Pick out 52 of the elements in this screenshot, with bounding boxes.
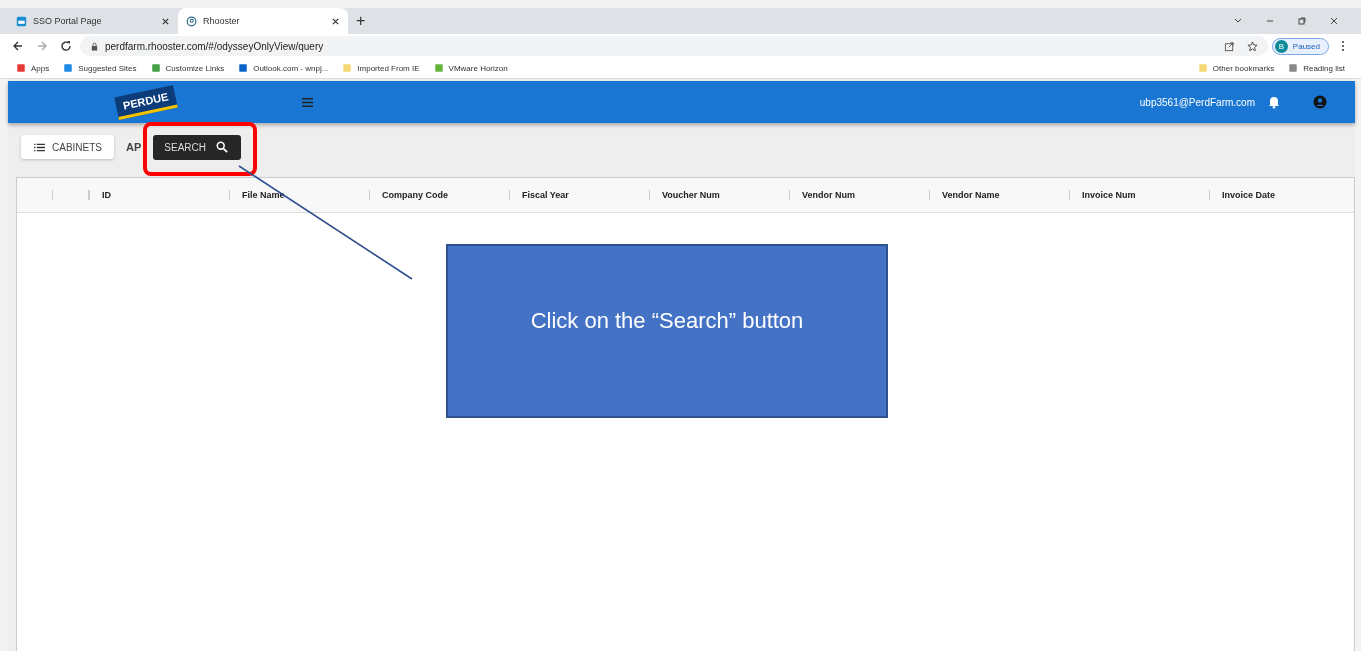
column-header[interactable]: Fiscal Year [509,190,649,200]
site-icon [1197,63,1208,73]
site-icon [186,15,197,27]
close-icon[interactable] [331,16,340,26]
site-icon [238,63,249,73]
site-icon [16,15,27,27]
bookmark[interactable]: Suggested Sites [63,63,137,73]
column-header[interactable]: ID [89,190,229,200]
column-header[interactable]: Vendor Name [929,190,1069,200]
cabinets-button[interactable]: CABINETS [21,135,114,159]
column-header[interactable]: Invoice Num [1069,190,1209,200]
profile-button[interactable]: B Paused [1271,37,1329,55]
site-icon [1288,63,1299,73]
close-icon[interactable] [161,16,170,26]
account-icon[interactable] [1313,95,1327,109]
menu-icon[interactable] [300,96,314,108]
bookmark[interactable]: Outlook.com - wnpj... [238,63,329,73]
back-icon[interactable] [12,40,24,52]
star-icon[interactable] [1246,40,1258,52]
bookmark[interactable]: VMware Horizon [433,63,508,73]
share-icon[interactable] [1223,40,1235,52]
column-header[interactable]: Voucher Num [649,190,789,200]
list-icon [33,142,46,152]
new-tab-button[interactable]: + [356,12,366,30]
site-icon [342,63,353,73]
site-icon [63,63,74,73]
cabinet-name: AP [126,141,142,153]
bell-icon[interactable] [1267,95,1281,109]
column-header[interactable]: Invoice Date [1209,190,1349,200]
reload-icon[interactable] [60,40,72,52]
column-header[interactable]: Vendor Num [789,190,929,200]
search-button[interactable]: SEARCH [153,134,241,160]
browser-tab[interactable]: SSO Portal Page [8,8,178,34]
site-icon [150,63,161,73]
bookmark[interactable]: Customize Links [150,63,225,73]
browser-tab[interactable]: Rhooster [178,8,348,34]
bookmark[interactable]: Reading list [1288,63,1345,73]
bookmark[interactable]: Imported From IE [342,63,420,73]
search-icon [216,141,228,153]
site-icon [16,63,26,73]
lock-icon [90,41,99,51]
column-header[interactable]: Company Code [369,190,509,200]
restore-icon[interactable] [1297,16,1307,26]
column-header[interactable]: File Name [229,190,369,200]
bookmark[interactable]: Apps [16,63,50,73]
close-icon[interactable] [1329,16,1339,26]
callout-text: Click on the “Search” button [446,244,888,418]
address-bar[interactable]: perdfarm.rhooster.com/#/odysseyOnlyView/query [80,36,1268,56]
user-email: ubp3561@PerdFarm.com [1139,96,1255,108]
site-icon [433,63,444,73]
bookmark[interactable]: Other bookmarks [1197,63,1275,73]
logo: PERDUE [114,84,178,120]
